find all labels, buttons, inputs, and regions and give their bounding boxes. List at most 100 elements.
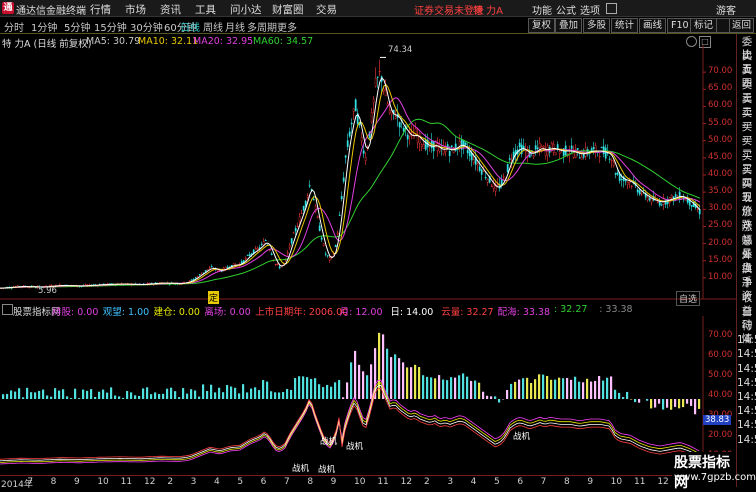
indicator-bar <box>10 390 12 399</box>
period-1min[interactable]: 1分钟 <box>31 19 57 34</box>
candle-body <box>287 253 288 254</box>
period-15min[interactable]: 15分钟 <box>94 19 127 34</box>
period-daily[interactable]: 日线 <box>180 19 200 34</box>
candle-body <box>247 255 248 256</box>
candle-body <box>339 215 340 216</box>
candle-body <box>199 274 200 275</box>
overlay-button[interactable]: 叠加 <box>555 18 582 33</box>
indicator-bar <box>278 392 280 399</box>
blank-button[interactable] <box>716 18 730 33</box>
date-axis-label: 4 <box>214 477 220 487</box>
indicator-bar <box>22 397 24 399</box>
menu-trade[interactable]: 交易 <box>316 2 337 17</box>
watchlist-button[interactable]: 自选 <box>676 291 700 306</box>
quote-panel-item[interactable]: 14:5 <box>737 348 756 361</box>
indicator-bar <box>574 377 576 399</box>
candle-body <box>615 173 616 174</box>
indicator-menu-icon[interactable] <box>2 304 13 315</box>
candle-body <box>661 205 662 206</box>
date-axis-label: 6 <box>261 477 267 487</box>
indicator-bar <box>694 399 696 414</box>
menu-options[interactable]: 选项 <box>580 2 600 17</box>
indicator-bar <box>330 387 332 399</box>
quote-panel-item[interactable]: 14:5 <box>737 391 756 404</box>
period-5min[interactable]: 5分钟 <box>64 19 90 34</box>
date-axis-label: 7 <box>284 477 290 487</box>
date-axis-label: 10 <box>97 477 108 487</box>
menu-function[interactable]: 功能 <box>532 2 552 17</box>
indicator-bar <box>466 377 468 399</box>
menu-tools[interactable]: 工具 <box>195 2 216 17</box>
menu-news[interactable]: 资讯 <box>160 2 181 17</box>
quote-panel-item[interactable]: 14:5 <box>737 419 756 432</box>
event-marker[interactable]: 定 <box>208 291 219 304</box>
candle-body <box>309 185 310 186</box>
indicator-axis-label: 40.00 <box>708 390 732 400</box>
stats-button[interactable]: 统计 <box>611 18 638 33</box>
multi-stock-button[interactable]: 多股 <box>583 18 610 33</box>
indicator-bar <box>350 362 352 399</box>
period-weekly[interactable]: 周线 <box>203 19 223 34</box>
indicator-bar <box>410 367 412 399</box>
candle-body <box>365 157 366 160</box>
menu-formula[interactable]: 公式 <box>556 2 576 17</box>
quote-panel-item[interactable]: 14:5 <box>737 363 756 376</box>
indicator-bar <box>298 376 300 399</box>
indicator-bar <box>366 375 368 399</box>
indicator-axis-label: 70.00 <box>708 330 732 340</box>
adjust-button[interactable]: 复权 <box>528 18 555 33</box>
quote-panel-item[interactable]: 14:5 <box>737 405 756 418</box>
indicator-bar <box>194 390 196 399</box>
candle-body <box>321 238 322 240</box>
period-monthly[interactable]: 月线 <box>225 19 245 34</box>
quote-panel-item[interactable]: 14:5 <box>737 434 756 447</box>
indicator-bar <box>342 397 344 399</box>
candle-body <box>301 213 302 214</box>
indicator-bar <box>422 375 424 399</box>
period-intraday[interactable]: 分时 <box>4 19 24 34</box>
candle-body <box>327 255 328 256</box>
candle-body <box>385 90 386 96</box>
high-price-label: 74.34 <box>388 45 412 55</box>
period-30min[interactable]: 30分钟 <box>130 19 163 34</box>
period-bar: 分时 1分钟 5分钟 15分钟 30分钟 60分钟 日线 周线 月线 多周期 更… <box>0 17 756 34</box>
back-button[interactable]: 返回 <box>729 18 754 33</box>
indicator-chart[interactable] <box>0 316 736 472</box>
date-axis-label: 7 <box>27 477 33 487</box>
indicator-bar <box>26 388 28 399</box>
indicator-bar <box>662 399 664 410</box>
candle-body <box>211 266 212 267</box>
candle-body <box>277 264 278 265</box>
quote-panel-item[interactable]: 14:5 <box>737 377 756 390</box>
indicator-bar <box>670 399 672 410</box>
menu-market[interactable]: 市场 <box>125 2 146 17</box>
indicator-bar <box>30 392 32 399</box>
period-multi[interactable]: 多周期 <box>247 19 277 34</box>
period-more[interactable]: 更多 <box>277 19 297 34</box>
mark-button[interactable]: 标记 <box>690 18 717 33</box>
indicator-bar <box>74 389 76 399</box>
f10-button[interactable]: F10 <box>667 18 693 33</box>
menu-wealth[interactable]: 财富圈 <box>272 2 304 17</box>
quote-panel-item[interactable]: 14:5 <box>737 334 756 347</box>
window-icon[interactable] <box>606 3 617 14</box>
indicator-bar <box>606 378 608 399</box>
draw-button[interactable]: 画线 <box>639 18 666 33</box>
menu-ask[interactable]: 问小达 <box>230 2 262 17</box>
price-chart[interactable] <box>0 45 736 300</box>
candle-body <box>279 266 280 268</box>
ma20-line <box>0 98 700 288</box>
indicator-bar <box>654 399 656 408</box>
watermark-url: www.7gpzb.com <box>674 472 756 483</box>
candle-body <box>209 268 210 269</box>
indicator-bar <box>62 389 64 399</box>
price-axis-label: 65.00 <box>708 83 732 93</box>
indicator-bar <box>510 384 512 399</box>
indicator-bar <box>326 385 328 399</box>
date-axis-label: 2 <box>424 477 430 487</box>
candle-body <box>625 180 626 181</box>
indicator-bar <box>486 396 488 399</box>
menu-quotes[interactable]: 行情 <box>90 2 111 17</box>
indicator-bar <box>458 375 460 399</box>
indicator-bar <box>98 392 100 399</box>
